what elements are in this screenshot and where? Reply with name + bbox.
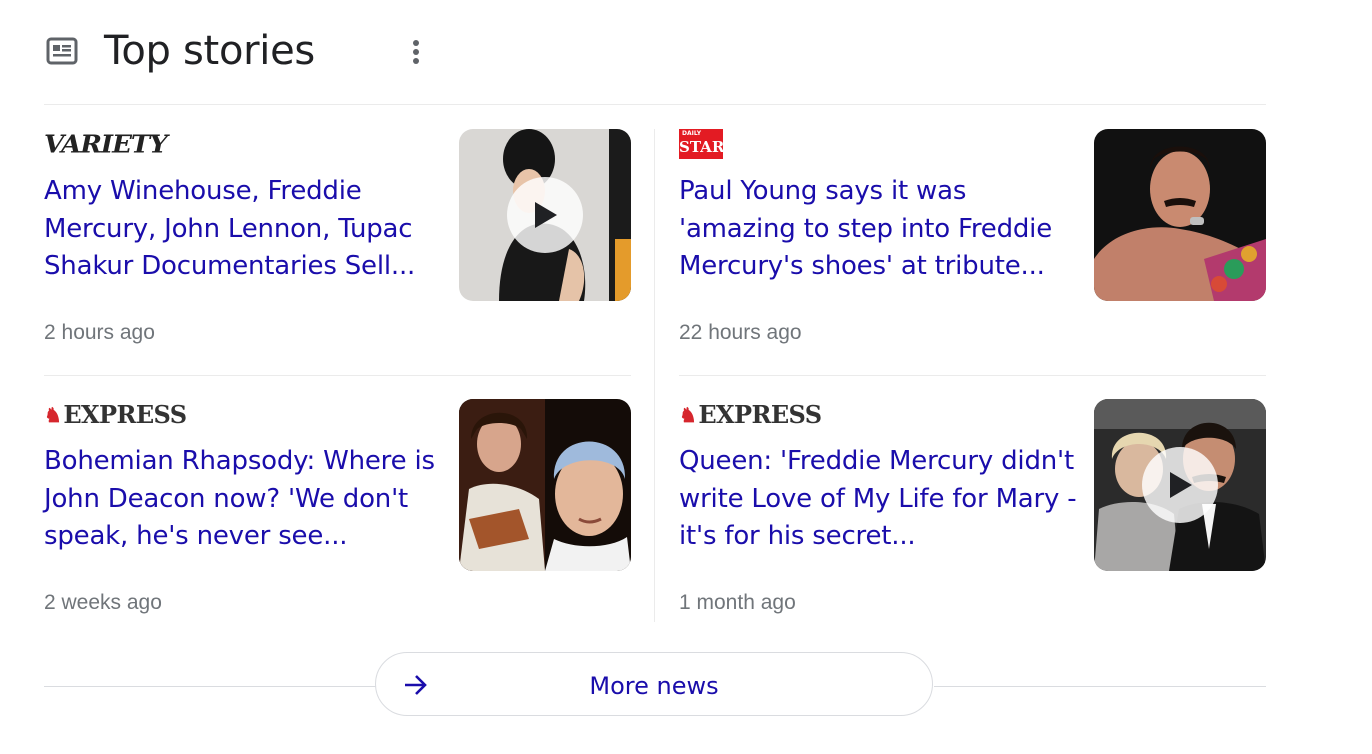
express-logo: ♞ EXPRESS [44,400,187,429]
story-headline[interactable]: Paul Young says it was 'amazing to step … [679,173,1079,286]
story-time: 2 weeks ago [44,591,162,614]
row-divider [679,375,1266,376]
express-logo: ♞ EXPRESS [679,400,822,429]
story-card[interactable]: VARIETY Amy Winehouse, Freddie Mercury, … [44,129,631,359]
crusader-icon: ♞ [44,403,62,427]
story-thumbnail[interactable] [1094,129,1266,301]
header-divider [44,104,1266,105]
more-news-divider [934,686,1266,687]
play-icon[interactable] [1142,447,1218,523]
story-card[interactable]: ♞ EXPRESS Queen: 'Freddie Mercury didn't… [679,399,1266,629]
row-divider [44,375,631,376]
more-news-button[interactable]: More news [375,652,933,716]
column-divider [654,129,655,622]
variety-logo: VARIETY [44,130,168,160]
story-thumbnail[interactable] [459,399,631,571]
more-vert-icon[interactable] [400,32,432,72]
story-headline[interactable]: Queen: 'Freddie Mercury didn't write Lov… [679,443,1079,556]
more-news-label: More news [589,672,719,700]
top-stories-header: Top stories [44,26,419,76]
story-thumbnail[interactable] [459,129,631,301]
story-headline[interactable]: Amy Winehouse, Freddie Mercury, John Len… [44,173,444,286]
newspaper-icon [44,33,80,69]
story-card[interactable]: DAILY STAR Paul Young says it was 'amazin… [679,129,1266,359]
crusader-icon: ♞ [679,403,697,427]
daily-star-logo: DAILY STAR [679,129,724,161]
story-time: 22 hours ago [679,321,802,344]
section-title: Top stories [104,28,315,74]
play-icon[interactable] [507,177,583,253]
more-news-divider [44,686,376,687]
story-thumbnail[interactable] [1094,399,1266,571]
story-card[interactable]: ♞ EXPRESS Bohemian Rhapsody: Where is Jo… [44,399,631,629]
story-headline[interactable]: Bohemian Rhapsody: Where is John Deacon … [44,443,444,556]
story-time: 2 hours ago [44,321,155,344]
story-time: 1 month ago [679,591,796,614]
